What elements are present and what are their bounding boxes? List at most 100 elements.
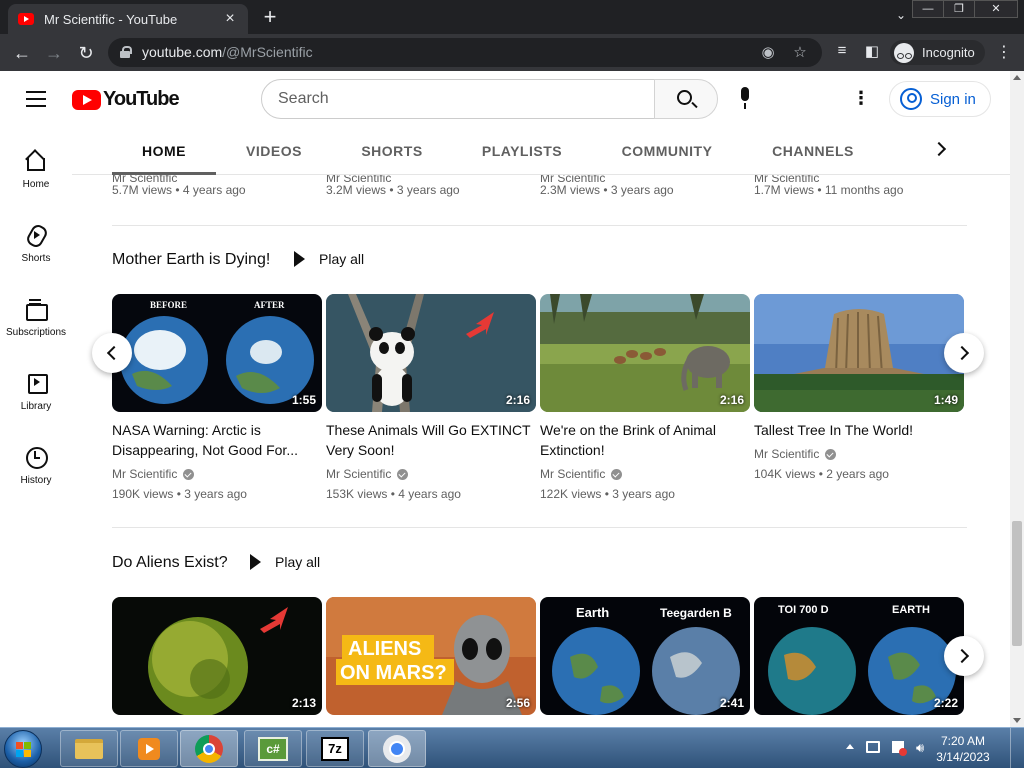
- tab-close-icon[interactable]: ×: [222, 10, 238, 28]
- network-icon[interactable]: [866, 741, 880, 755]
- shelf-title[interactable]: Mother Earth is Dying!: [112, 251, 270, 269]
- video-thumbnail[interactable]: ALIENS ON MARS? 2:56: [326, 597, 536, 715]
- guide-item-shorts[interactable]: Shorts: [0, 223, 72, 264]
- video-title[interactable]: These Animals Will Go EXTINCT Very Soon!: [326, 420, 536, 460]
- channel-name[interactable]: Mr Scientific: [540, 467, 605, 481]
- settings-more-icon[interactable]: ⋮: [852, 88, 870, 109]
- tab-shorts[interactable]: SHORTS: [356, 127, 428, 175]
- minimize-button[interactable]: —: [912, 0, 944, 18]
- tab-videos[interactable]: VIDEOS: [238, 127, 310, 175]
- search-button[interactable]: [654, 79, 718, 119]
- video-title[interactable]: Tallest Tree In The World!: [754, 420, 964, 440]
- bookmark-star-icon[interactable]: ☆: [790, 43, 810, 61]
- video-card[interactable]: 1:49 Tallest Tree In The World! Mr Scien…: [754, 294, 964, 481]
- guide-item-subscriptions[interactable]: Subscriptions: [0, 297, 72, 338]
- play-all-button[interactable]: Play all: [294, 251, 364, 267]
- channel-name[interactable]: Mr Scientific: [754, 447, 819, 461]
- video-card[interactable]: 2:13: [112, 597, 322, 715]
- system-clock[interactable]: 7:20 AM 3/14/2023: [936, 733, 990, 765]
- channel-name[interactable]: Mr Scientific: [754, 175, 819, 185]
- channel-name[interactable]: Mr Scientific: [540, 175, 605, 185]
- video-card[interactable]: TOI 700 D EARTH 2:22: [754, 597, 964, 715]
- scrollbar-thumb[interactable]: [1012, 521, 1022, 646]
- video-title[interactable]: We're on the Brink of Animal Extinction!: [540, 420, 750, 460]
- url-text[interactable]: youtube.com/@MrScientific: [142, 44, 313, 60]
- lock-icon[interactable]: [120, 46, 132, 58]
- browser-menu-icon[interactable]: ⋮: [996, 42, 1012, 62]
- forward-button[interactable]: →: [42, 41, 66, 65]
- close-window-button[interactable]: ✕: [974, 0, 1018, 18]
- guide-item-home[interactable]: Home: [0, 149, 72, 190]
- guide-item-history[interactable]: History: [0, 445, 72, 486]
- new-tab-button[interactable]: +: [258, 6, 282, 28]
- show-desktop-button[interactable]: [1010, 728, 1024, 768]
- video-thumbnail[interactable]: BEFORE AFTER 1:55: [112, 294, 322, 412]
- tab-playlists[interactable]: PLAYLISTS: [477, 127, 567, 175]
- show-hidden-icons-arrow-icon[interactable]: [846, 744, 854, 749]
- top-video-meta: Mr Scientific 1.7M views • 11 months ago: [754, 175, 964, 197]
- video-card[interactable]: 2:16 These Animals Will Go EXTINCT Very …: [326, 294, 536, 501]
- media-queue-icon[interactable]: ≡: [832, 42, 852, 59]
- action-center-flag-icon[interactable]: [892, 741, 907, 756]
- tab-home[interactable]: HOME: [112, 127, 216, 175]
- page-scrollbar[interactable]: [1010, 71, 1024, 727]
- shelf-previous-button[interactable]: [92, 333, 132, 373]
- channel-name[interactable]: Mr Scientific: [112, 175, 177, 185]
- youtube-masthead: YouTube Search ⋮ Sign in: [0, 71, 1010, 127]
- volume-icon[interactable]: 🔊︎: [916, 741, 930, 755]
- 7zip-label: 7z: [321, 736, 349, 761]
- video-thumbnail[interactable]: Earth Teegarden B 2:41: [540, 597, 750, 715]
- tab-search-chevron-icon[interactable]: ⌄: [896, 8, 906, 22]
- window-controls: — ❐ ✕: [912, 0, 1018, 18]
- tab-channels[interactable]: CHANNELS: [770, 127, 856, 175]
- video-card[interactable]: Earth Teegarden B 2:41: [540, 597, 750, 715]
- channel-name[interactable]: Mr Scientific: [326, 467, 391, 481]
- video-thumbnail[interactable]: 2:16: [540, 294, 750, 412]
- play-all-label: Play all: [275, 554, 321, 570]
- subscriptions-icon: [24, 297, 48, 321]
- browser-titlebar: Mr Scientific - YouTube × + ⌄ — ❐ ✕: [0, 0, 1024, 34]
- video-thumbnail[interactable]: TOI 700 D EARTH 2:22: [754, 597, 964, 715]
- sign-in-button[interactable]: Sign in: [889, 81, 991, 117]
- video-card[interactable]: ALIENS ON MARS? 2:56: [326, 597, 536, 715]
- shorts-icon: [24, 223, 48, 247]
- incognito-indicator[interactable]: Incognito: [890, 40, 985, 65]
- start-button[interactable]: [4, 730, 42, 768]
- address-bar[interactable]: youtube.com/@MrScientific ◉ ☆: [108, 38, 822, 67]
- shelf-next-button[interactable]: [944, 333, 984, 373]
- video-views: 104K views • 2 years ago: [754, 467, 889, 481]
- browser-tab[interactable]: Mr Scientific - YouTube ×: [8, 4, 248, 34]
- microphone-icon[interactable]: [738, 87, 752, 111]
- scroll-up-arrow-icon[interactable]: [1013, 75, 1021, 80]
- channel-name[interactable]: Mr Scientific: [326, 175, 391, 185]
- reload-button[interactable]: ↻: [74, 41, 98, 65]
- video-card[interactable]: 2:16 We're on the Brink of Animal Extinc…: [540, 294, 750, 501]
- back-button[interactable]: ←: [10, 41, 34, 65]
- file-explorer-icon[interactable]: [60, 730, 118, 767]
- eye-slash-icon[interactable]: ◉: [758, 43, 778, 61]
- video-views: 3.2M views • 3 years ago: [326, 183, 460, 197]
- chrome-icon[interactable]: [180, 730, 238, 767]
- chrome-incognito-icon[interactable]: [368, 730, 426, 767]
- media-player-icon[interactable]: [120, 730, 178, 767]
- video-title[interactable]: NASA Warning: Arctic is Disappearing, No…: [112, 420, 322, 460]
- tab-community[interactable]: COMMUNITY: [617, 127, 717, 175]
- tabs-next-chevron-icon[interactable]: [932, 141, 948, 157]
- shelf-next-button[interactable]: [944, 636, 984, 676]
- 7zip-icon[interactable]: 7z: [306, 730, 364, 767]
- video-thumbnail[interactable]: 2:16: [326, 294, 536, 412]
- video-thumbnail[interactable]: 2:13: [112, 597, 322, 715]
- side-panel-icon[interactable]: ◧: [862, 42, 882, 60]
- maximize-button[interactable]: ❐: [943, 0, 975, 18]
- video-thumbnail[interactable]: 1:49: [754, 294, 964, 412]
- shelf-title[interactable]: Do Aliens Exist?: [112, 554, 228, 572]
- channel-name[interactable]: Mr Scientific: [112, 467, 177, 481]
- search-input[interactable]: Search: [261, 79, 655, 119]
- scroll-down-arrow-icon[interactable]: [1013, 718, 1021, 723]
- csharp-icon[interactable]: c#: [244, 730, 302, 767]
- guide-item-library[interactable]: Library: [0, 371, 72, 412]
- youtube-logo[interactable]: YouTube: [72, 88, 180, 111]
- video-card[interactable]: BEFORE AFTER 1:55 NASA Warning: Arctic i…: [112, 294, 322, 501]
- hamburger-menu-icon[interactable]: [26, 91, 46, 107]
- play-all-button[interactable]: Play all: [250, 554, 320, 570]
